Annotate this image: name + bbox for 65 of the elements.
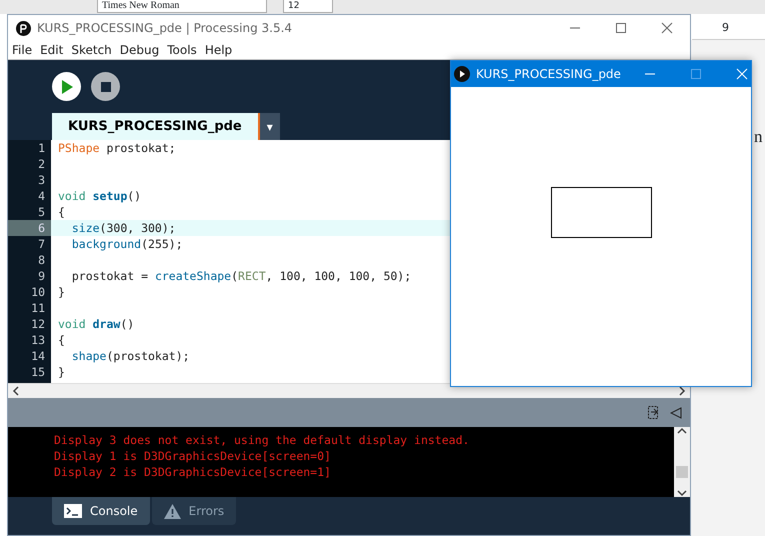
line-number: 6 (8, 220, 51, 236)
line-number: 10 (8, 284, 51, 300)
code-line: background(255); (70, 236, 184, 252)
code-line: void setup() (57, 188, 142, 204)
menu-item[interactable]: Tools (163, 41, 201, 59)
tab-menu-button[interactable]: ▾ (260, 113, 280, 140)
line-number: 15 (8, 364, 51, 380)
font-size-field[interactable]: 12 (283, 0, 333, 13)
stop-icon (100, 82, 110, 92)
collapse-icon[interactable] (670, 406, 682, 418)
line-number: 9 (8, 268, 51, 284)
menu-item[interactable]: File (8, 41, 36, 59)
stop-button[interactable] (91, 72, 120, 101)
line-number: 5 (8, 204, 51, 220)
scroll-down-icon[interactable] (677, 489, 687, 497)
vertical-scrollbar[interactable] (674, 427, 690, 497)
scroll-up-icon[interactable] (677, 427, 687, 435)
warning-icon (164, 504, 181, 518)
code-line: PShape prostokat; (57, 140, 177, 156)
editor-tab[interactable]: KURS_PROCESSING_pde (52, 113, 260, 140)
code-line: } (57, 364, 66, 380)
line-number: 4 (8, 188, 51, 204)
copy-icon[interactable] (648, 406, 660, 420)
logo-icon (16, 20, 31, 36)
menu-item[interactable]: Debug (116, 41, 164, 59)
code-line: void draw() (57, 316, 136, 332)
line-number: 3 (8, 172, 51, 188)
page-text: n (754, 126, 762, 148)
scroll-left-icon[interactable] (12, 386, 20, 396)
line-number: 7 (8, 236, 51, 252)
window-title: KURS_PROCESSING_pde (476, 66, 621, 83)
app-icon (454, 66, 470, 82)
menu-item[interactable]: Edit (36, 41, 68, 59)
maximize-icon (690, 68, 702, 80)
line-number: 8 (8, 252, 51, 268)
line-number: 2 (8, 156, 51, 172)
console-tab[interactable]: Console (52, 497, 150, 525)
menu-item[interactable]: Sketch (67, 41, 116, 59)
terminal-icon (64, 504, 82, 518)
code-line: } (57, 284, 66, 300)
line-number: 11 (8, 300, 51, 316)
maximize-icon (615, 22, 627, 34)
menu-item[interactable]: Help (200, 41, 236, 59)
code-line: prostokat = createShape(RECT, 100, 100, 100, 50); (70, 268, 412, 284)
console-line: Display 2 is D3DGraphicsDevice[screen=1] (54, 464, 332, 480)
font-field[interactable]: Times New Roman (97, 0, 267, 13)
scroll-right-icon[interactable] (678, 386, 686, 396)
line-number: 1 (8, 140, 51, 156)
close-icon (736, 68, 748, 80)
play-icon (60, 80, 72, 94)
window-title: KURS_PROCESSING_pde | Processing 3.5.4 (37, 20, 292, 37)
code-line: shape(prostokat); (70, 348, 191, 364)
console-line: Display 3 does not exist, using the default display instead. (54, 432, 470, 448)
ruler-number: 9 (722, 20, 729, 36)
scroll-thumb[interactable] (676, 466, 688, 478)
line-number: 14 (8, 348, 51, 364)
close-icon (661, 22, 673, 34)
code-line: { (57, 204, 66, 220)
line-number: 12 (8, 316, 51, 332)
code-line: { (57, 332, 66, 348)
run-button[interactable] (52, 72, 81, 101)
console-tab[interactable]: Errors (152, 497, 236, 525)
line-number: 13 (8, 332, 51, 348)
console-line: Display 1 is D3DGraphicsDevice[screen=0] (54, 448, 332, 464)
horizontal-scrollbar[interactable] (8, 383, 690, 398)
